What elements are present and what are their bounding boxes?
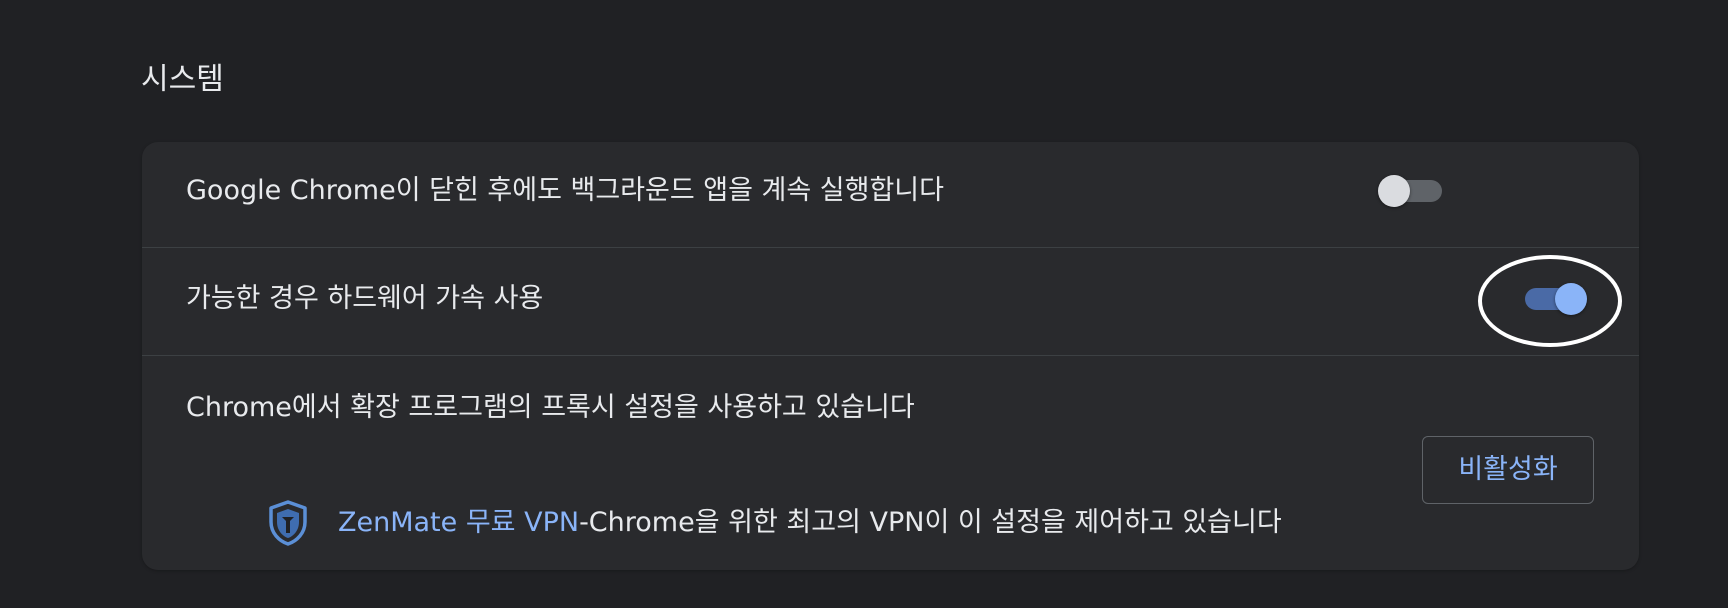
disable-extension-button[interactable]: 비활성화: [1422, 436, 1594, 504]
section-title: 시스템: [141, 62, 224, 97]
setting-label-proxy: Chrome에서 확장 프로그램의 프록시 설정을 사용하고 있습니다: [186, 392, 915, 423]
background-apps-toggle[interactable]: [1378, 175, 1444, 207]
shield-icon: [269, 500, 307, 546]
setting-label-hardware-acceleration: 가능한 경우 하드웨어 가속 사용: [186, 283, 544, 314]
settings-page: 시스템 Google Chrome이 닫힌 후에도 백그라운드 앱을 계속 실행…: [0, 0, 1728, 608]
setting-row-proxy: Chrome에서 확장 프로그램의 프록시 설정을 사용하고 있습니다: [142, 356, 1639, 456]
setting-label-background-apps: Google Chrome이 닫힌 후에도 백그라운드 앱을 계속 실행합니다: [186, 175, 944, 206]
extension-control-row: ZenMate 무료 VPN-Chrome을 위한 최고의 VPN이 이 설정을…: [142, 472, 1639, 570]
setting-row-hardware-acceleration[interactable]: 가능한 경우 하드웨어 가속 사용: [142, 248, 1639, 354]
system-settings-card: Google Chrome이 닫힌 후에도 백그라운드 앱을 계속 실행합니다 …: [142, 142, 1639, 570]
toggle-knob: [1378, 175, 1410, 207]
extension-name-link[interactable]: ZenMate 무료 VPN: [338, 507, 579, 538]
setting-row-background-apps[interactable]: Google Chrome이 닫힌 후에도 백그라운드 앱을 계속 실행합니다: [142, 142, 1639, 240]
extension-control-message: -Chrome을 위한 최고의 VPN이 이 설정을 제어하고 있습니다: [579, 507, 1282, 538]
highlight-circle: [1478, 255, 1622, 347]
extension-control-text: ZenMate 무료 VPN-Chrome을 위한 최고의 VPN이 이 설정을…: [338, 505, 1282, 541]
